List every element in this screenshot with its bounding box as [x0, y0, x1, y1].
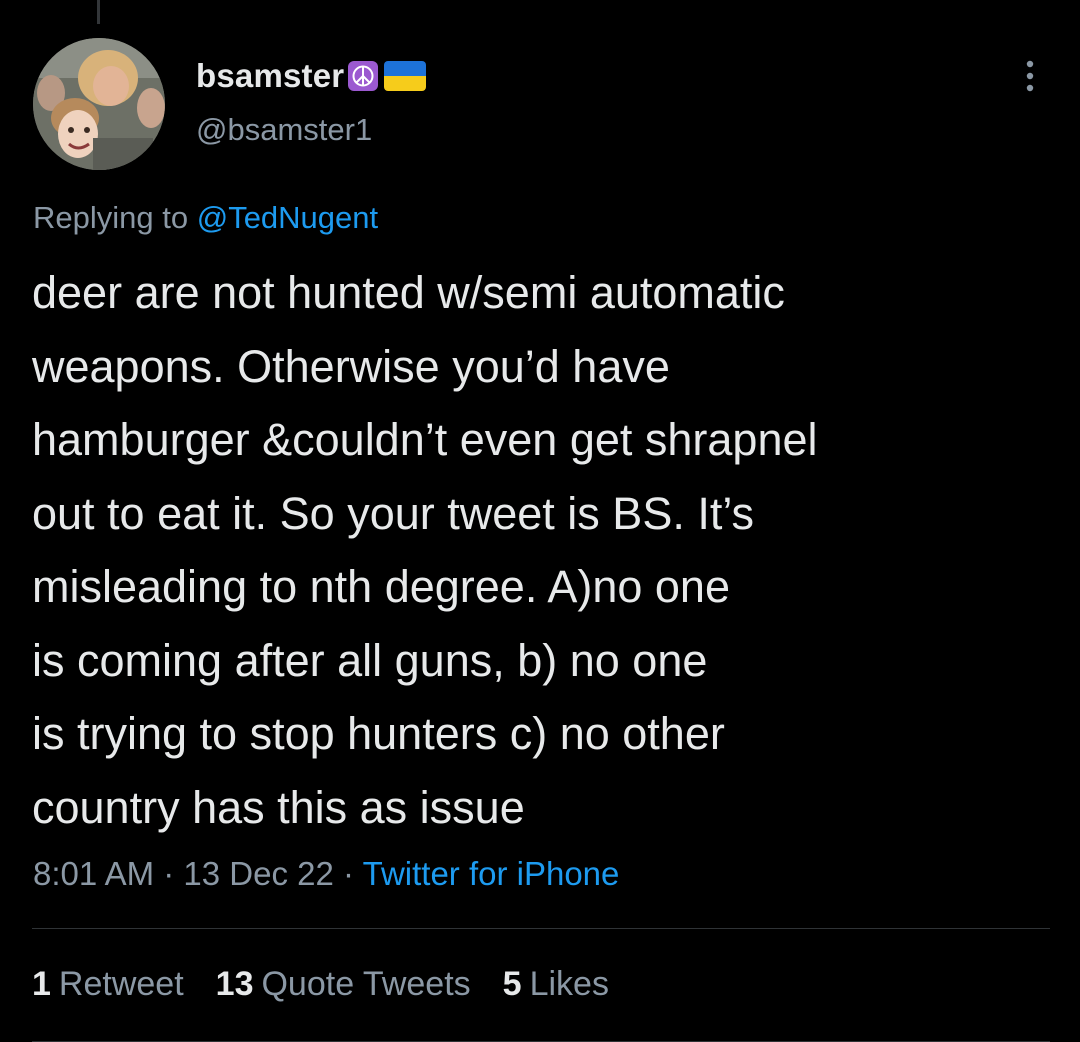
tweet-text-line: country has this as issue	[32, 781, 525, 833]
quote-tweets-count: 13	[215, 965, 254, 1003]
tweet-text-line: is coming after all guns, b) no one	[32, 634, 708, 686]
tweet-meta: 8:01 AM · 13 Dec 22 · Twitter for iPhone	[33, 855, 619, 893]
display-name-row: bsamster	[196, 56, 427, 96]
more-vertical-icon	[1026, 60, 1034, 92]
ukraine-flag-icon	[384, 61, 427, 91]
quote-tweets-label: Quote Tweets	[261, 965, 471, 1003]
tweet-time[interactable]: 8:01 AM	[33, 855, 154, 892]
tweet-text-line: is trying to stop hunters c) no other	[32, 708, 725, 759]
meta-separator: ·	[163, 855, 175, 892]
likes-stat[interactable]: 5 Likes	[503, 965, 609, 1004]
tweet-text-line: hamburger &couldn’t even get shrapnel	[32, 414, 818, 465]
tweet-text-line: weapons. Otherwise you’d have	[32, 340, 670, 392]
more-options-button[interactable]	[1010, 56, 1050, 96]
replying-to-label: Replying to	[33, 200, 189, 235]
tweet-source-link[interactable]: Twitter for iPhone	[363, 855, 620, 892]
tweet-text: deer are not hunted w/semi automatic wea…	[32, 256, 1052, 844]
retweets-count: 1	[32, 965, 51, 1003]
avatar[interactable]	[33, 38, 165, 170]
likes-count: 5	[502, 965, 522, 1003]
replying-to-mention-link[interactable]: @TedNugent	[197, 200, 378, 235]
tweet-text-line: deer are not hunted w/semi automatic	[32, 267, 785, 318]
likes-label: Likes	[529, 965, 609, 1003]
thread-connector-line	[97, 0, 100, 24]
divider	[32, 928, 1050, 929]
tweet-text-line: out to eat it. So your tweet is BS. It’s	[32, 487, 755, 539]
tweet-text-line: misleading to nth degree. A)no one	[32, 561, 730, 612]
meta-separator: ·	[343, 855, 355, 892]
display-name[interactable]: bsamster	[196, 57, 344, 95]
quote-tweets-stat[interactable]: 13 Quote Tweets	[216, 965, 471, 1004]
user-handle[interactable]: @bsamster1	[196, 112, 372, 148]
tweet-date[interactable]: 13 Dec 22	[183, 855, 333, 892]
retweets-stat[interactable]: 1 Retweet	[32, 965, 184, 1004]
replying-to-line: Replying to @TedNugent	[33, 200, 378, 236]
peace-symbol-icon	[348, 61, 379, 91]
engagement-stats: 1 Retweet 13 Quote Tweets 5 Likes	[32, 965, 609, 1004]
retweets-label: Retweet	[58, 965, 184, 1003]
